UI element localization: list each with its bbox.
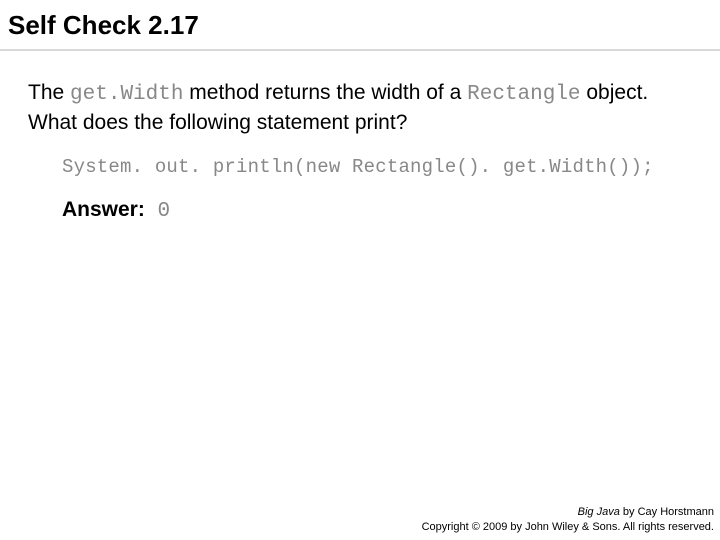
inline-code-rectangle: Rectangle bbox=[467, 83, 580, 106]
slide-title: Self Check 2.17 bbox=[0, 0, 720, 51]
answer-value: 0 bbox=[145, 200, 170, 223]
book-title: Big Java bbox=[578, 506, 620, 518]
byline: by Cay Horstmann bbox=[620, 506, 714, 518]
answer-label: Answer: bbox=[62, 198, 145, 221]
footer-line1: Big Java by Cay Horstmann bbox=[422, 505, 714, 519]
inline-code-getwidth: get.Width bbox=[70, 83, 183, 106]
answer-line: Answer: 0 bbox=[28, 198, 692, 223]
question-prefix: The bbox=[28, 81, 70, 104]
question-mid1: method returns the width of a bbox=[183, 81, 467, 104]
content-area: The get.Width method returns the width o… bbox=[0, 79, 720, 223]
footer-copyright: Copyright © 2009 by John Wiley & Sons. A… bbox=[422, 520, 714, 534]
code-statement: System. out. println(new Rectangle(). ge… bbox=[28, 156, 692, 178]
question-text: The get.Width method returns the width o… bbox=[28, 79, 692, 138]
footer: Big Java by Cay Horstmann Copyright © 20… bbox=[422, 505, 714, 534]
